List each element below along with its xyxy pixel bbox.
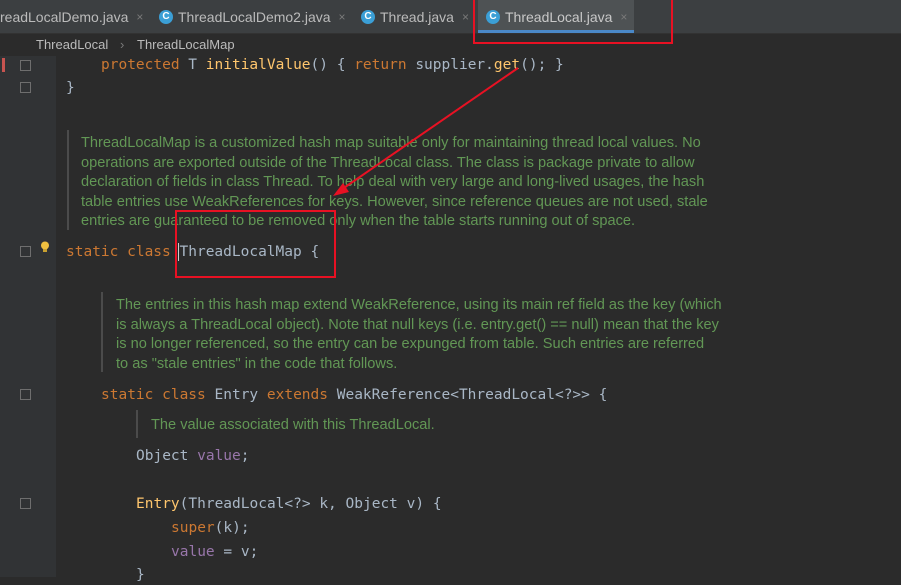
annotation-arrow [333, 67, 519, 196]
